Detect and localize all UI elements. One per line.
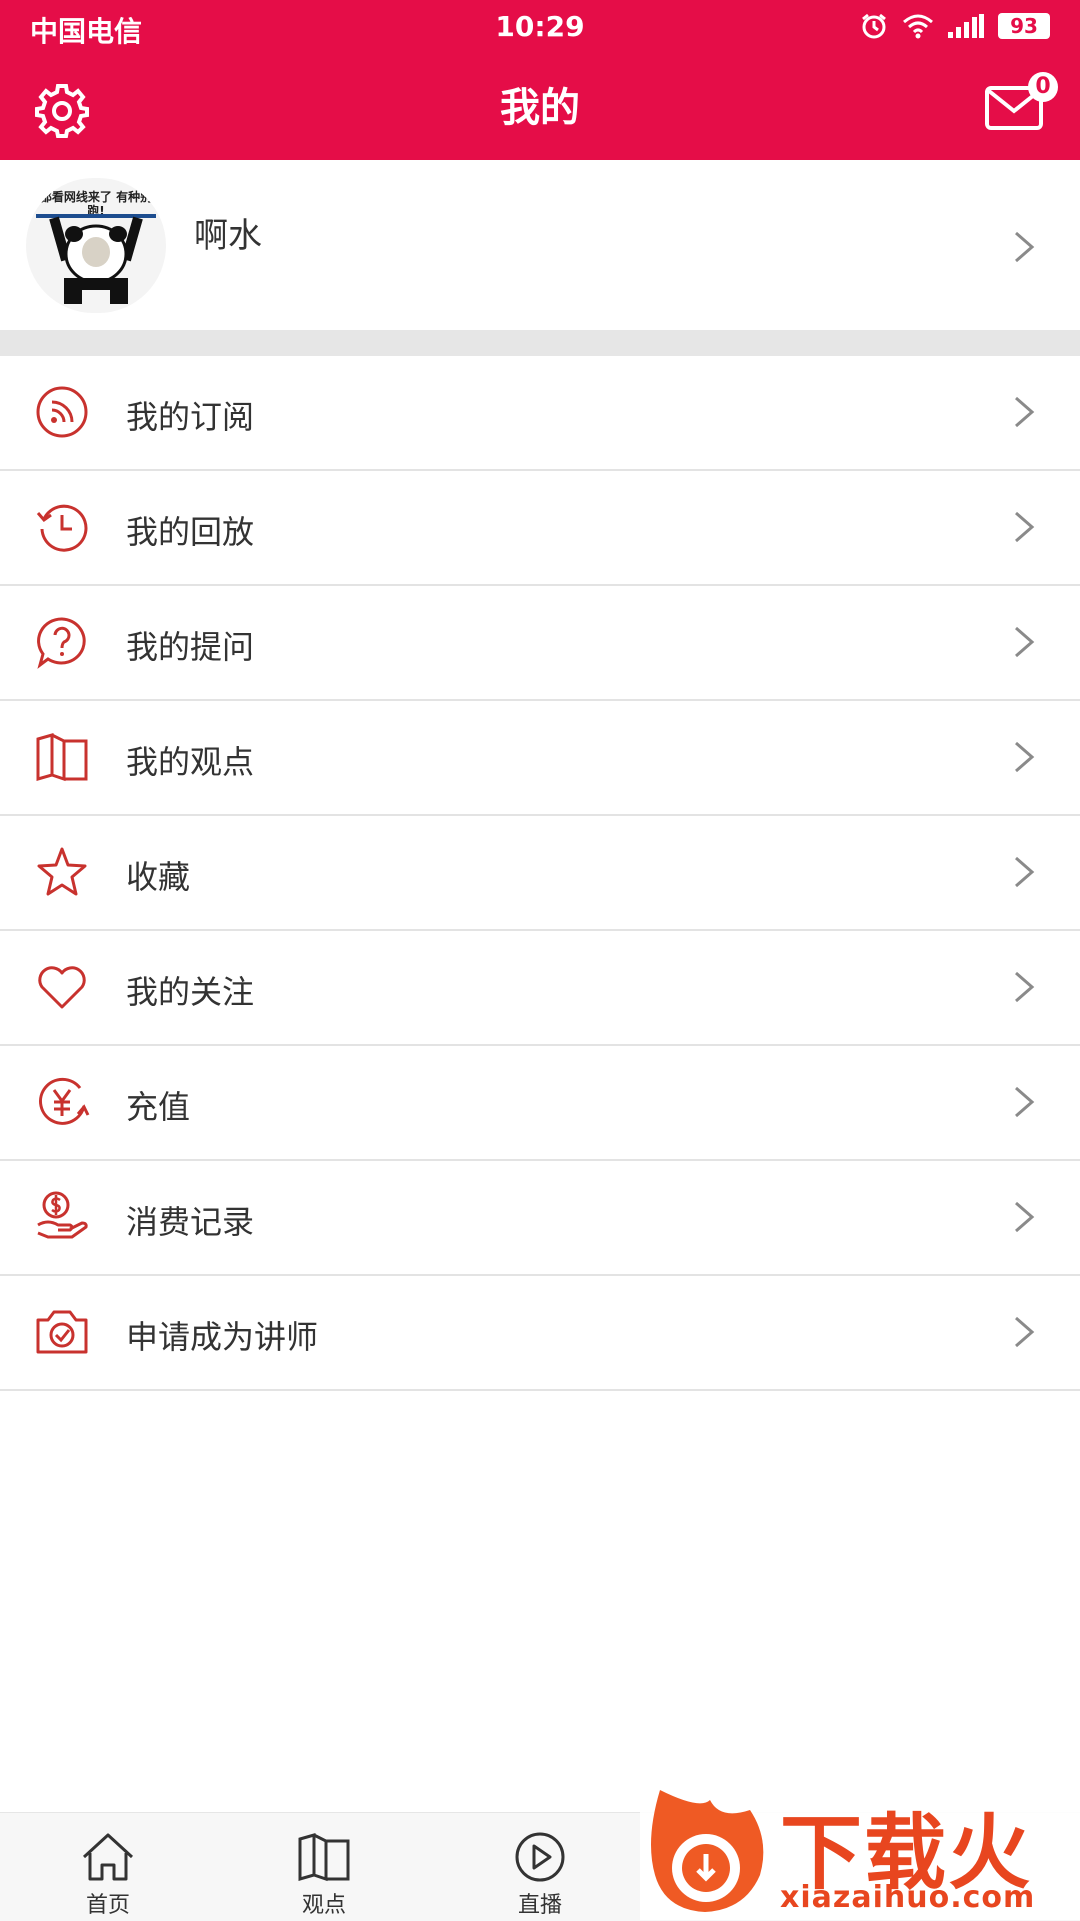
status-icons: 93	[860, 12, 1050, 40]
username: 啊水	[194, 216, 262, 256]
watermark-url: xiazaihuo.com	[780, 1880, 1036, 1915]
menu-item-label: 收藏	[126, 858, 191, 896]
menu-item-favorites[interactable]: 收藏	[0, 816, 1080, 931]
menu-item-replay[interactable]: 我的回放	[0, 471, 1080, 586]
status-bar: 中国电信 10:29 93	[0, 0, 1080, 52]
menu-item-viewpoints[interactable]: 我的观点	[0, 701, 1080, 816]
play-icon	[515, 1832, 565, 1882]
chevron-right-icon	[1015, 1316, 1035, 1348]
menu-item-recharge[interactable]: 充值	[0, 1046, 1080, 1161]
menu-item-label: 我的提问	[126, 628, 255, 666]
chevron-right-icon	[1015, 511, 1035, 543]
tab-label: 直播	[517, 1893, 562, 1918]
battery-indicator: 93	[998, 13, 1050, 39]
chevron-right-icon	[1015, 396, 1035, 428]
book-icon	[298, 1833, 350, 1882]
chevron-right-icon	[1015, 741, 1035, 773]
yuan-icon	[39, 1077, 90, 1125]
heart-icon	[38, 966, 86, 1009]
alarm-icon	[862, 13, 886, 39]
tab-home[interactable]: 首页	[38, 1813, 178, 1921]
chevron-right-icon	[1015, 1201, 1035, 1233]
panda-meme-icon	[36, 214, 156, 304]
star-icon	[37, 847, 87, 896]
menu-list: 我的订阅 我的回放 我的提问 我的观点 收藏 我的关注 充值 消费记录 申请成为…	[0, 356, 1080, 1391]
menu-item-subscription[interactable]: 我的订阅	[0, 356, 1080, 471]
home-icon	[82, 1833, 134, 1881]
menu-item-become-lecturer[interactable]: 申请成为讲师	[0, 1276, 1080, 1391]
menu-item-label: 充值	[126, 1088, 191, 1126]
book-icon	[36, 733, 88, 782]
question-icon	[37, 617, 86, 669]
signal-icon	[948, 14, 984, 38]
money-hand-icon	[37, 1191, 88, 1239]
tab-label: 首页	[85, 1893, 130, 1918]
mail-count-badge: 0	[1028, 72, 1058, 102]
menu-item-label: 我的观点	[126, 743, 255, 781]
wifi-icon	[903, 14, 933, 39]
menu-item-label: 消费记录	[126, 1203, 255, 1241]
avatar[interactable]: 都看网线来了 有种别跑!	[26, 178, 166, 313]
chevron-right-icon	[1015, 1086, 1035, 1118]
profile-card[interactable]: 都看网线来了 有种别跑! 啊水	[0, 160, 1080, 330]
chevron-right-icon	[1015, 231, 1035, 263]
menu-item-label: 我的回放	[126, 513, 255, 551]
menu-item-label: 我的关注	[126, 973, 255, 1011]
flame-logo-icon	[651, 1790, 764, 1912]
section-divider	[0, 330, 1080, 356]
chevron-right-icon	[1015, 971, 1035, 1003]
watermark: 下载火 xiazaihuo.com	[640, 1780, 1080, 1920]
chevron-right-icon	[1015, 626, 1035, 658]
tab-label: 观点	[301, 1893, 346, 1918]
chevron-right-icon	[1015, 856, 1035, 888]
top-app-bar: 中国电信 10:29 93 我的 0	[0, 0, 1080, 160]
history-icon	[36, 504, 88, 552]
menu-item-label: 我的订阅	[126, 398, 255, 436]
page-title: 我的	[500, 85, 580, 131]
tab-live[interactable]: 直播	[470, 1813, 610, 1921]
camera-check-icon	[36, 1310, 88, 1354]
menu-item-label: 申请成为讲师	[126, 1318, 319, 1356]
menu-item-spending-records[interactable]: 消费记录	[0, 1161, 1080, 1276]
menu-item-questions[interactable]: 我的提问	[0, 586, 1080, 701]
tab-viewpoints[interactable]: 观点	[254, 1813, 394, 1921]
rss-icon	[36, 386, 88, 438]
menu-item-following[interactable]: 我的关注	[0, 931, 1080, 1046]
